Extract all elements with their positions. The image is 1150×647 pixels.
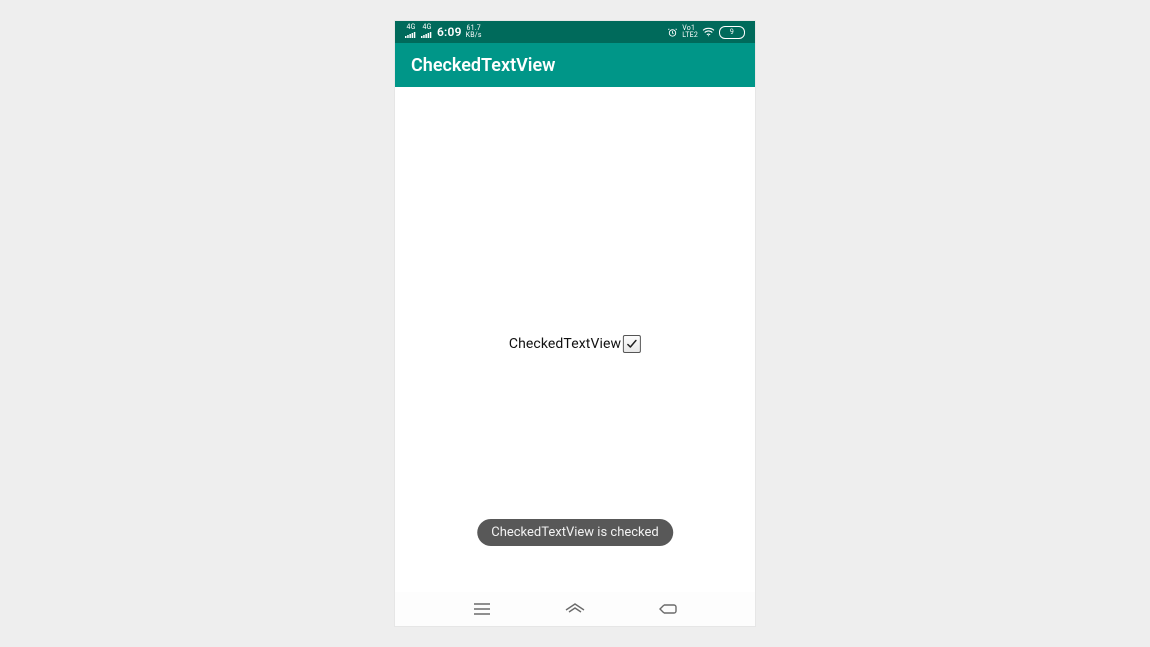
signal-icon	[405, 32, 417, 40]
back-button[interactable]	[655, 600, 681, 618]
clock-time: 6:09	[437, 25, 462, 39]
toast-text: CheckedTextView is checked	[491, 525, 659, 540]
network-label: 4G	[405, 24, 417, 40]
checked-text-view[interactable]: CheckedTextView	[509, 335, 641, 353]
app-bar: CheckedTextView	[395, 43, 755, 87]
phone-frame: 4G 4G 6:09 61.7KB/s Vo1 LTE2	[395, 21, 755, 626]
alarm-icon	[667, 27, 678, 38]
wifi-icon	[702, 27, 715, 37]
volte-label: Vo1 LTE2	[682, 25, 698, 39]
network-label-2: 4G	[421, 24, 433, 40]
status-right: Vo1 LTE2 9	[667, 25, 745, 39]
signal-icon-2	[421, 32, 433, 40]
battery-text: 9	[730, 28, 734, 36]
checkbox-icon	[623, 335, 641, 353]
app-title: CheckedTextView	[411, 55, 555, 76]
status-left: 4G 4G 6:09 61.7KB/s	[405, 24, 482, 40]
home-button[interactable]	[562, 600, 588, 618]
toast-message: CheckedTextView is checked	[477, 519, 673, 546]
battery-icon: 9	[719, 26, 745, 39]
navigation-bar	[395, 592, 755, 626]
data-rate: 61.7KB/s	[466, 25, 482, 39]
checked-text-view-label: CheckedTextView	[509, 336, 621, 352]
status-bar: 4G 4G 6:09 61.7KB/s Vo1 LTE2	[395, 21, 755, 43]
app-content: CheckedTextView CheckedTextView is check…	[395, 87, 755, 592]
recent-apps-button[interactable]	[469, 600, 495, 618]
